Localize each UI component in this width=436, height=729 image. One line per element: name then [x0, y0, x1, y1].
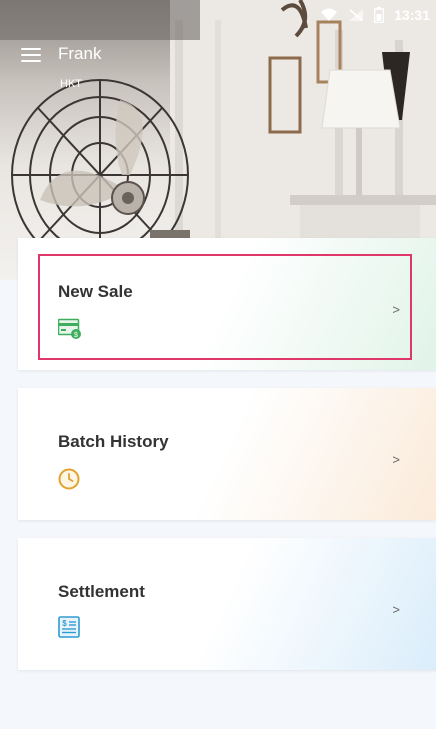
battery-icon [374, 7, 385, 23]
card-payment-icon: $ [57, 318, 82, 345]
wifi-icon [320, 8, 338, 22]
settlement-label: Settlement [58, 582, 145, 601]
signal-icon [348, 8, 364, 22]
app-screen: 13:31 Frank HKT New Sale $ > Batch Histo… [0, 0, 436, 729]
receipt-dollar-icon: $ [58, 616, 80, 643]
status-bar: 13:31 [0, 0, 436, 30]
new-sale-label: New Sale [58, 282, 133, 301]
user-name: Frank [58, 44, 102, 63]
batch-history-label: Batch History [58, 432, 169, 451]
settlement-card[interactable]: Settlement $ > [18, 538, 436, 670]
batch-history-card[interactable]: Batch History > [18, 388, 436, 520]
status-time: 13:31 [394, 7, 430, 23]
settlement-arrow: > [392, 602, 400, 617]
svg-text:$: $ [74, 332, 78, 339]
svg-text:$: $ [62, 619, 67, 628]
batch-history-arrow: > [392, 452, 400, 467]
hamburger-menu-icon[interactable] [21, 48, 41, 64]
new-sale-card[interactable]: New Sale $ > [18, 238, 436, 370]
user-org: HKT [60, 78, 82, 90]
new-sale-arrow: > [392, 302, 400, 317]
clock-icon [58, 468, 80, 495]
